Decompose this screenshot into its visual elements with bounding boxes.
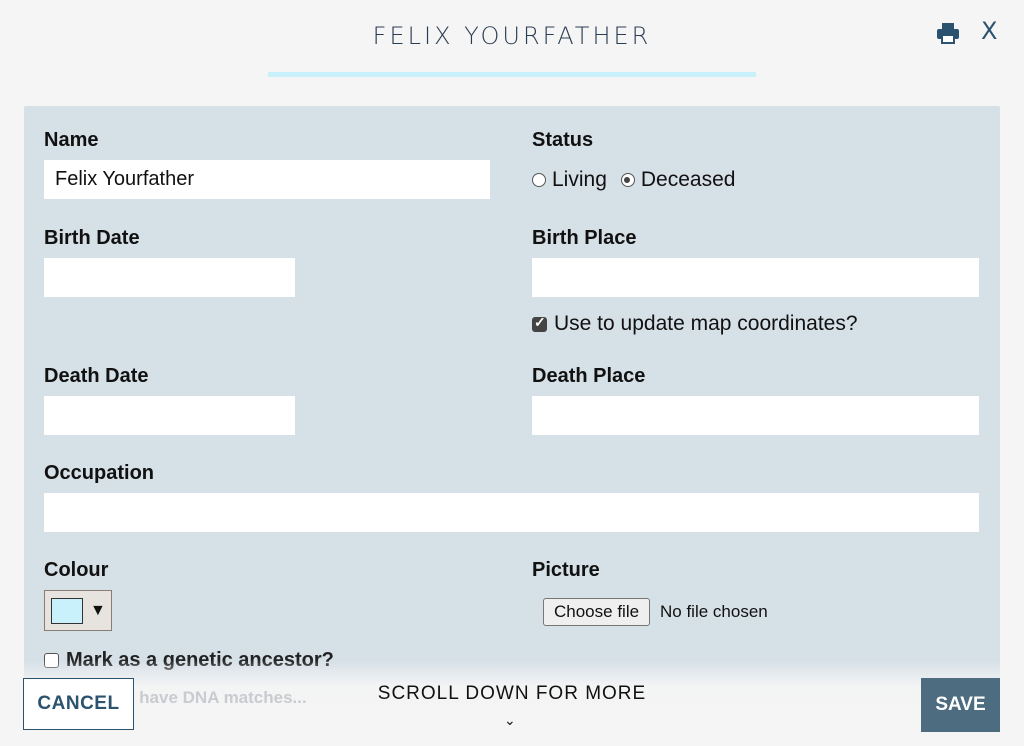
deceased-radio[interactable] bbox=[620, 173, 635, 187]
death-date-input[interactable] bbox=[44, 396, 295, 435]
death-place-input[interactable] bbox=[532, 396, 979, 435]
living-radio[interactable] bbox=[532, 173, 546, 187]
dialog-title: FELIX YOURFATHER bbox=[372, 22, 652, 50]
status-label: Status bbox=[532, 129, 594, 151]
birth-place-input[interactable] bbox=[532, 258, 979, 297]
occupation-input[interactable] bbox=[44, 493, 979, 532]
choose-file-button[interactable]: Choose file bbox=[543, 598, 651, 626]
title-underline bbox=[268, 72, 756, 77]
update-map-checkbox[interactable] bbox=[532, 314, 547, 332]
name-input[interactable] bbox=[44, 160, 490, 199]
status-living-option[interactable]: Living bbox=[532, 168, 607, 192]
dropdown-caret-icon: ▼ bbox=[90, 601, 106, 619]
birth-date-label: Birth Date bbox=[44, 227, 140, 249]
name-label: Name bbox=[44, 129, 99, 151]
occupation-label: Occupation bbox=[44, 462, 155, 484]
update-map-row[interactable]: Use to update map coordinates? bbox=[532, 312, 858, 336]
scroll-down-hint[interactable]: SCROLL DOWN FOR MORE bbox=[0, 683, 1024, 705]
colour-label: Colour bbox=[44, 559, 109, 581]
print-icon[interactable] bbox=[936, 22, 960, 44]
status-deceased-option[interactable]: Deceased bbox=[620, 168, 736, 192]
close-button[interactable]: X bbox=[981, 17, 997, 45]
save-button[interactable]: SAVE bbox=[921, 678, 1000, 732]
file-status: No file chosen bbox=[660, 602, 768, 621]
deceased-label: Deceased bbox=[640, 168, 736, 191]
picture-label: Picture bbox=[532, 559, 600, 581]
person-form-panel: Name Status Living Deceased Birth Date B… bbox=[24, 106, 1000, 746]
colour-picker[interactable]: ▼ bbox=[44, 590, 112, 631]
death-place-label: Death Place bbox=[532, 365, 646, 387]
chevron-down-icon[interactable]: ⌄ bbox=[504, 712, 516, 729]
status-radio-group: Living Deceased bbox=[532, 168, 749, 192]
birth-date-input[interactable] bbox=[44, 258, 295, 297]
living-label: Living bbox=[552, 168, 607, 191]
colour-swatch bbox=[51, 597, 83, 624]
update-map-label: Use to update map coordinates? bbox=[554, 312, 858, 335]
death-date-label: Death Date bbox=[44, 365, 149, 387]
birth-place-label: Birth Place bbox=[532, 227, 637, 249]
